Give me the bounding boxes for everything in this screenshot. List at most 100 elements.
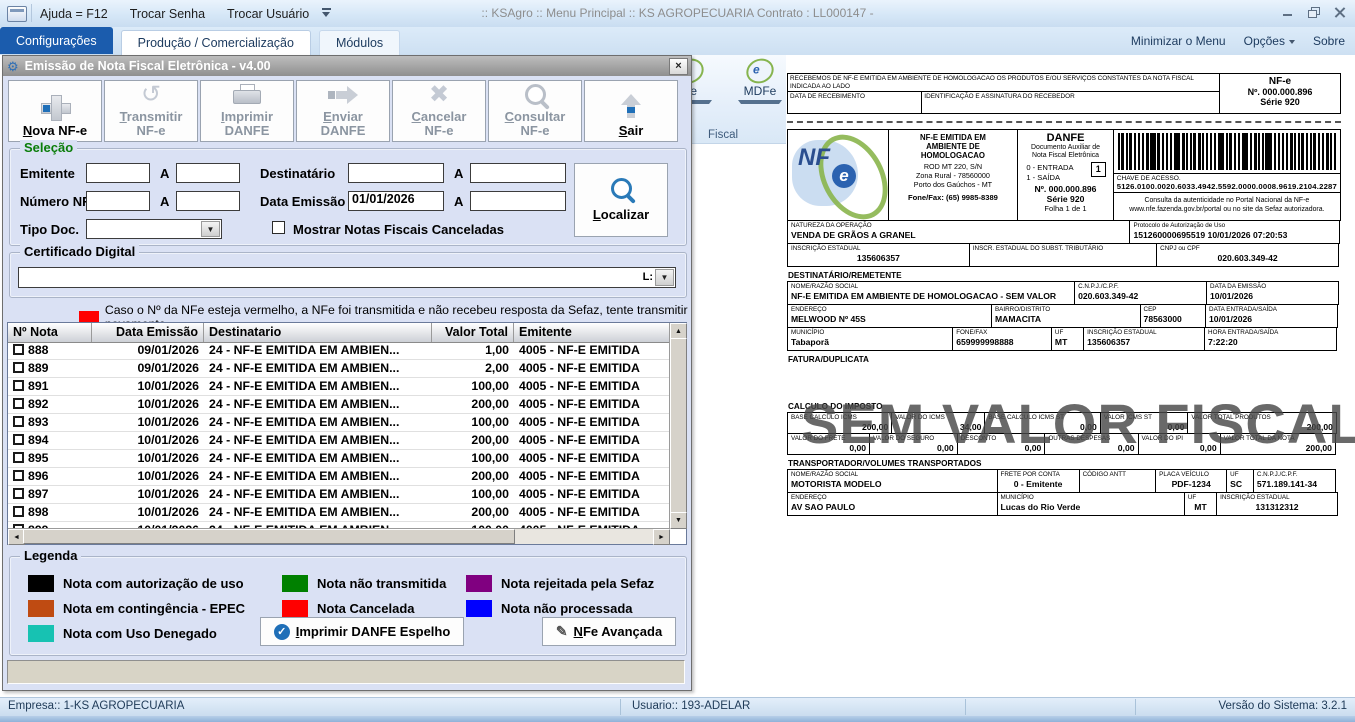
row-checkbox[interactable] — [13, 470, 24, 481]
minimize-menu-link[interactable]: Minimizar o Menu — [1131, 34, 1226, 48]
table-row[interactable]: 89210/01/202624 - NF-E EMITIDA EM AMBIEN… — [8, 396, 670, 414]
numero-from-input[interactable] — [86, 191, 150, 211]
row-checkbox[interactable] — [13, 488, 24, 499]
cell-emitente: 4005 - NF-E EMITIDA — [514, 396, 670, 413]
imprimir-danfe-espelho-button[interactable]: ✓ Imprimir DANFE Espelho — [260, 617, 464, 646]
tab-produ-o-comercializa-o[interactable]: Produção / Comercialização — [121, 30, 311, 55]
row-checkbox[interactable] — [13, 344, 24, 355]
hscroll-thumb[interactable] — [23, 529, 515, 544]
column-header-n-nota[interactable]: Nº Nota — [8, 323, 92, 342]
row-checkbox[interactable] — [13, 380, 24, 391]
chevron-down-icon — [738, 100, 782, 104]
cell-destinatario: 24 - NF-E EMITIDA EM AMBIEN... — [204, 468, 432, 485]
table-row[interactable]: 89610/01/202624 - NF-E EMITIDA EM AMBIEN… — [8, 468, 670, 486]
legend-item-nota-n-o-transmitida: Nota não transmitida — [282, 571, 466, 596]
menu-bar: Ajuda = F12Trocar SenhaTrocar Usuário ::… — [0, 0, 1355, 28]
scroll-right-icon[interactable]: ► — [653, 529, 670, 545]
chevron-down-icon[interactable]: ▼ — [655, 269, 674, 286]
scroll-down-icon[interactable]: ▼ — [670, 512, 687, 529]
tab-configura-es[interactable]: Configurações — [0, 27, 113, 54]
localizar-button[interactable]: Localizar — [574, 163, 668, 237]
toolbar-button-enviar-danfe[interactable]: EnviarDANFE — [296, 80, 390, 142]
data-emissao-to-input[interactable] — [470, 191, 566, 211]
toolbar-button-imprimir-danfe[interactable]: ImprimirDANFE — [200, 80, 294, 142]
legend-label: Nota com autorização de uso — [63, 576, 244, 591]
legend-label: Nota rejeitada pela Sefaz — [501, 576, 654, 591]
row-checkbox[interactable] — [13, 506, 24, 517]
vscroll-thumb[interactable] — [670, 338, 687, 514]
about-link[interactable]: Sobre — [1313, 34, 1345, 48]
toolbar-button-transmitir-nf-e[interactable]: ↺TransmitirNF-e — [104, 80, 198, 142]
cell-emitente: 4005 - NF-E EMITIDA — [514, 486, 670, 503]
toolbar-button-sair[interactable]: Sair — [584, 80, 678, 142]
table-row[interactable]: 89310/01/202624 - NF-E EMITIDA EM AMBIEN… — [8, 414, 670, 432]
color-swatch — [282, 600, 308, 617]
column-header-data-emiss-o[interactable]: Data Emissão — [92, 323, 204, 342]
cell-num: 893 — [8, 414, 92, 431]
numero-to-input[interactable] — [176, 191, 240, 211]
gear-icon: ⚙ — [7, 60, 19, 73]
cell-destinatario: 24 - NF-E EMITIDA EM AMBIEN... — [204, 342, 432, 359]
data-emissao-from-input[interactable]: 01/01/2026 — [348, 191, 444, 211]
dialog-statusbar — [7, 660, 685, 684]
destinatario-to-input[interactable] — [470, 163, 566, 183]
emitente-to-input[interactable] — [176, 163, 240, 183]
danfe-cell-valor-total-da-nota: VALOR TOTAL DA NOTA200,00 — [1220, 433, 1336, 455]
table-row[interactable]: 89810/01/202624 - NF-E EMITIDA EM AMBIEN… — [8, 504, 670, 522]
table-row[interactable]: 88909/01/202624 - NF-E EMITIDA EM AMBIEN… — [8, 360, 670, 378]
row-checkbox[interactable] — [13, 398, 24, 409]
table-row[interactable]: 89410/01/202624 - NF-E EMITIDA EM AMBIEN… — [8, 432, 670, 450]
table-row[interactable]: 89710/01/202624 - NF-E EMITIDA EM AMBIEN… — [8, 486, 670, 504]
nfe-avancada-button[interactable]: ✎ NFe Avançada — [542, 617, 676, 646]
row-checkbox[interactable] — [13, 416, 24, 427]
tab-m-dulos[interactable]: Módulos — [319, 30, 400, 55]
chevron-down-icon — [1289, 40, 1295, 44]
certificado-title: Certificado Digital — [20, 244, 139, 259]
color-swatch — [466, 600, 492, 617]
close-icon[interactable] — [1333, 6, 1347, 18]
destinatario-from-input[interactable] — [348, 163, 444, 183]
column-header-valor-total[interactable]: Valor Total — [432, 323, 514, 342]
tipo-doc-combobox[interactable]: ▼ — [86, 219, 222, 239]
vertical-scrollbar[interactable]: ▲ ▼ — [669, 323, 686, 529]
table-row[interactable]: 89110/01/202624 - NF-E EMITIDA EM AMBIEN… — [8, 378, 670, 396]
cell-emitente: 4005 - NF-E EMITIDA — [514, 450, 670, 467]
danfe-dest-rows: NOME/RAZÃO SOCIALNF-E EMITIDA EM AMBIENT… — [787, 281, 1341, 351]
danfe-cell-valor-total-produtos: VALOR TOTAL PRODUTOS200,00 — [1187, 412, 1337, 434]
cell-emitente: 4005 - NF-E EMITIDA — [514, 468, 670, 485]
row-checkbox[interactable] — [13, 434, 24, 445]
cell-valor-total: 1,00 — [432, 342, 514, 359]
range-sep-label: A — [160, 166, 169, 181]
numero-nf-label: Número NF — [20, 194, 90, 209]
toolbar-button-consultar-nf-e[interactable]: ConsultarNF-e — [488, 80, 582, 142]
danfe-emitente-nome: NF-E EMITIDA EMAMBIENTE DEHOMOLOGACAO — [889, 133, 1018, 160]
color-swatch — [28, 575, 54, 592]
status-user: Usuario:: 193-ADELAR — [632, 700, 750, 712]
color-swatch — [466, 575, 492, 592]
certificado-combobox[interactable]: L: ▼ — [18, 267, 676, 288]
horizontal-scrollbar[interactable]: ◄ ► — [8, 528, 670, 544]
toolbar-button-nova-nf-e[interactable]: Nova NF-e — [8, 80, 102, 142]
cell-valor-total: 100,00 — [432, 486, 514, 503]
dialog-close-button[interactable]: × — [669, 58, 688, 75]
mostrar-canceladas-checkbox[interactable] — [272, 221, 285, 234]
row-checkbox[interactable] — [13, 362, 24, 373]
toolbar-button-cancelar-nf-e[interactable]: ✖CancelarNF-e — [392, 80, 486, 142]
row-checkbox[interactable] — [13, 452, 24, 463]
restore-icon[interactable] — [1307, 6, 1321, 18]
ribbon-button-mdfe[interactable]: MDFe — [738, 57, 782, 104]
chevron-down-icon[interactable]: ▼ — [201, 221, 220, 237]
table-row[interactable]: 89510/01/202624 - NF-E EMITIDA EM AMBIEN… — [8, 450, 670, 468]
legend-item-nota-com-autoriza-o-de-uso: Nota com autorização de uso — [28, 571, 282, 596]
column-header-destinatario[interactable]: Destinatario — [204, 323, 432, 342]
danfe-section-fatura: FATURA/DUPLICATA — [788, 355, 1341, 364]
emitente-from-input[interactable] — [86, 163, 150, 183]
table-row[interactable]: 88809/01/202624 - NF-E EMITIDA EM AMBIEN… — [8, 342, 670, 360]
column-header-emitente[interactable]: Emitente — [514, 323, 670, 342]
legend-label: Nota não processada — [501, 601, 633, 616]
options-link[interactable]: Opções — [1244, 34, 1295, 48]
danfe-cell-base-calculo-icms-st: BASE CALCULO ICMS ST0,00 — [984, 412, 1100, 434]
minimize-icon[interactable] — [1281, 6, 1295, 18]
dialog-titlebar[interactable]: ⚙ Emissão de Nota Fiscal Eletrônica - v4… — [3, 56, 691, 76]
color-swatch — [282, 575, 308, 592]
